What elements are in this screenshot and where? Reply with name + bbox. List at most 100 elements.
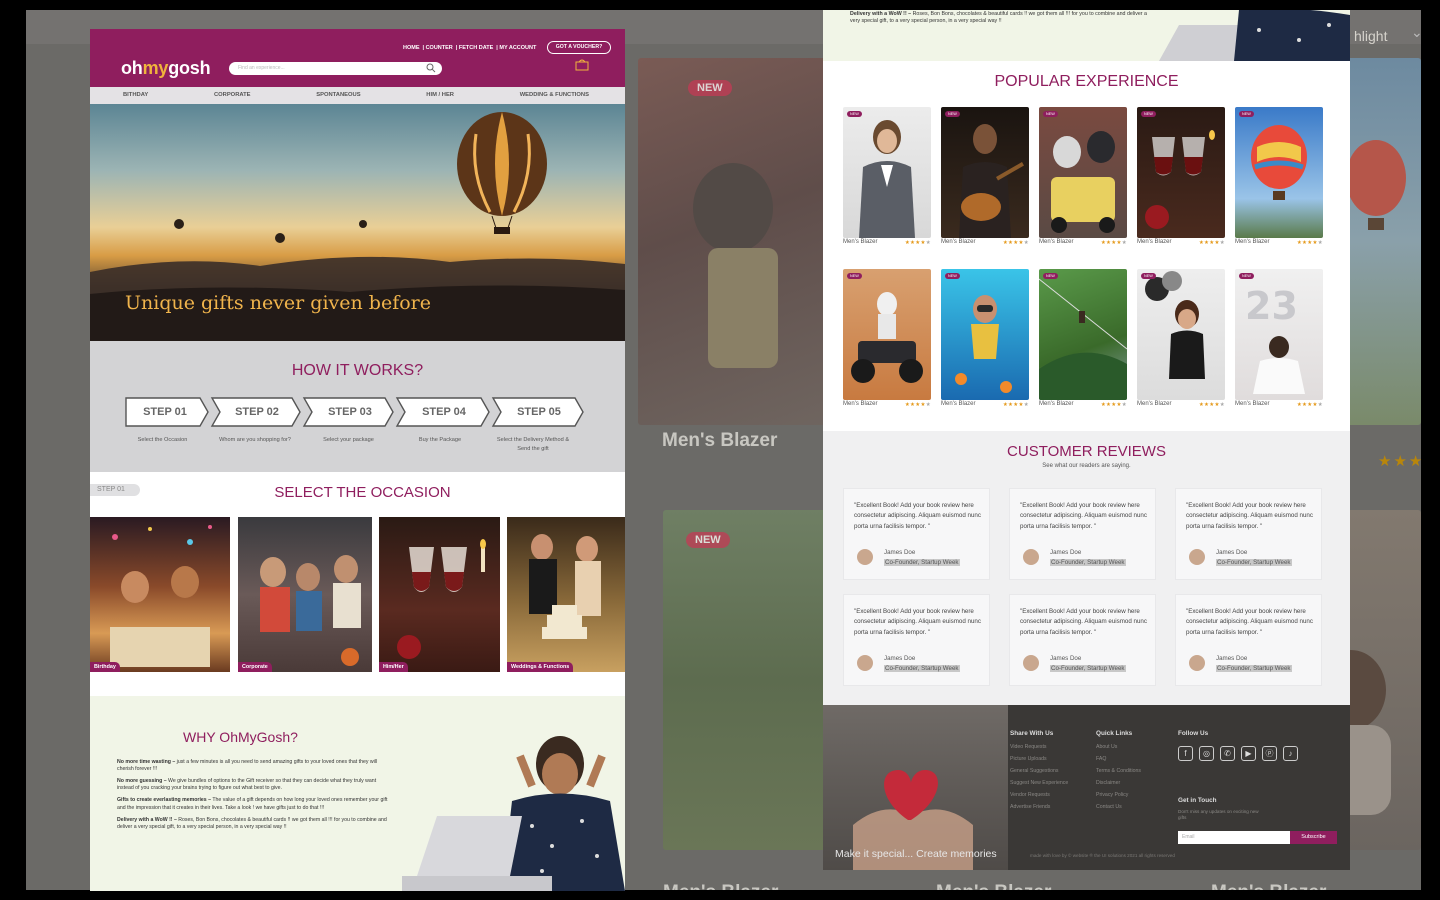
site-logo[interactable]: ohmygosh bbox=[121, 58, 211, 79]
quick-link[interactable]: Disclaimer bbox=[1096, 777, 1120, 789]
new-badge: NEW bbox=[1239, 273, 1254, 279]
tiktok-icon[interactable]: ♪ bbox=[1283, 746, 1298, 761]
rating-stars-empty: ★ bbox=[1023, 402, 1029, 408]
voucher-button[interactable]: GOT A VOUCHER? bbox=[547, 41, 611, 54]
share-link[interactable]: Video Requests bbox=[1010, 741, 1047, 753]
experience-image: 23 bbox=[1235, 269, 1323, 400]
reviews-title: CUSTOMER REVIEWS bbox=[1007, 443, 1166, 460]
step-3-label: STEP 03 bbox=[328, 406, 372, 418]
experience-card[interactable]: NEW Men's Blazer ★★★★★ bbox=[1039, 269, 1127, 418]
category-wedding[interactable]: WEDDING & FUNCTIONS bbox=[520, 87, 589, 104]
rating-stars-filled: ★★★★ bbox=[1100, 402, 1122, 408]
rating-stars-empty: ★ bbox=[1317, 240, 1323, 246]
rating-stars-filled: ★★★★ bbox=[1198, 240, 1220, 246]
popular-title: POPULAR EXPERIENCE bbox=[994, 73, 1179, 90]
avatar bbox=[1189, 655, 1205, 671]
new-badge: NEW bbox=[945, 273, 960, 279]
category-corporate[interactable]: CORPORATE bbox=[214, 87, 251, 104]
search-placeholder: Find an experience... bbox=[238, 65, 285, 71]
avatar bbox=[857, 655, 873, 671]
nav-counter[interactable]: COUNTER bbox=[426, 45, 453, 51]
steps-row: STEP 01 STEP 02 STEP 03 STEP 04 STEP 05 bbox=[125, 397, 585, 427]
share-link[interactable]: General Suggestions bbox=[1010, 765, 1058, 777]
why-point-heading: No more guessing – bbox=[117, 778, 167, 785]
whatsapp-icon[interactable]: ✆ bbox=[1220, 746, 1235, 761]
nav-fetch-date[interactable]: FETCH DATE bbox=[459, 45, 493, 51]
get-in-touch-text: Don't miss any updates on exciting new g… bbox=[1178, 809, 1259, 820]
reviewer-name: James Doe bbox=[1050, 549, 1082, 556]
experience-card[interactable]: NEW Men's Blazer ★★★★★ bbox=[1235, 107, 1323, 256]
laptop-woman-illustration bbox=[1159, 10, 1350, 61]
new-badge: NEW bbox=[1043, 273, 1058, 279]
experience-card[interactable]: NEW Men's Blazer ★★★★★ bbox=[1137, 269, 1225, 418]
excited-woman-image bbox=[392, 716, 625, 891]
quick-link[interactable]: Privacy Policy bbox=[1096, 789, 1128, 801]
delivery-text: Delivery with a WoW !! – Roses, Bon Bons… bbox=[850, 11, 1150, 26]
quick-links-title: Quick Links bbox=[1096, 730, 1133, 737]
search-icon[interactable] bbox=[426, 63, 436, 73]
occasion-label-birthday: Birthday bbox=[90, 662, 120, 672]
share-title: Share With Us bbox=[1010, 730, 1054, 737]
experience-card[interactable]: NEW Men's Blazer ★★★★★ bbox=[941, 269, 1029, 418]
experience-card[interactable]: 23 NEW Men's Blazer ★★★★★ bbox=[1235, 269, 1323, 418]
rating-stars: ★★★★★ bbox=[1101, 240, 1127, 246]
experience-card[interactable]: NEW Men's Blazer ★★★★★ bbox=[1137, 107, 1225, 256]
quick-link[interactable]: FAQ bbox=[1096, 753, 1106, 765]
avatar bbox=[857, 549, 873, 565]
experience-card[interactable]: NEW Men's Blazer ★★★★★ bbox=[843, 269, 931, 418]
delivery-strip: Delivery with a WoW !! – Roses, Bon Bons… bbox=[823, 10, 1350, 61]
snorkeling-photo bbox=[955, 295, 1012, 393]
review-quote: "Excellent Book! Add your book review he… bbox=[1186, 608, 1313, 636]
delivery-heading: Delivery with a WoW !! – bbox=[850, 11, 912, 17]
experience-image bbox=[1137, 269, 1225, 400]
pinterest-icon[interactable]: ⓟ bbox=[1262, 746, 1277, 761]
wedding-cake-image bbox=[529, 534, 601, 639]
occasion-card-him-her[interactable]: Him/Her bbox=[379, 517, 500, 672]
reviewer-name: James Doe bbox=[884, 549, 916, 556]
rating-stars-empty: ★ bbox=[925, 402, 931, 408]
quad-bike-photo bbox=[851, 292, 923, 383]
facebook-icon[interactable]: f bbox=[1178, 746, 1193, 761]
why-point-heading: Gifts to create everlasting memories – bbox=[117, 797, 211, 804]
experience-name: Men's Blazer bbox=[1137, 401, 1172, 407]
quick-link[interactable]: Terms & Conditions bbox=[1096, 765, 1141, 777]
occasion-card-birthday[interactable]: Birthday bbox=[90, 517, 230, 672]
experience-image bbox=[941, 269, 1029, 400]
youtube-icon[interactable]: ▶ bbox=[1241, 746, 1256, 761]
wine-toast-image bbox=[397, 539, 486, 659]
reviewer-name: James Doe bbox=[1216, 549, 1248, 556]
shopping-bag-icon[interactable] bbox=[575, 58, 589, 71]
email-field[interactable]: Email bbox=[1178, 831, 1290, 844]
experience-name: Men's Blazer bbox=[1039, 401, 1074, 407]
rating-stars-empty: ★ bbox=[1219, 240, 1225, 246]
subscribe-button[interactable]: Subscribe bbox=[1290, 831, 1337, 844]
experience-card[interactable]: NEW Men's Blazer ★★★★★ bbox=[1039, 107, 1127, 256]
new-badge: NEW bbox=[847, 273, 862, 279]
new-badge: NEW bbox=[1141, 273, 1156, 279]
experience-image bbox=[1137, 107, 1225, 238]
share-link[interactable]: Suggest New Experience bbox=[1010, 777, 1068, 789]
nav-home[interactable]: HOME bbox=[403, 45, 420, 51]
site-header: ohmygosh HOME | COUNTER | FETCH DATE | MY A… bbox=[90, 29, 625, 87]
experience-card[interactable]: NEW Men's Blazer ★★★★★ bbox=[941, 107, 1029, 256]
heart-hands-image: Make it special... Create memories bbox=[823, 705, 1008, 870]
nav-my-account[interactable]: MY ACCOUNT bbox=[499, 45, 536, 51]
share-link[interactable]: Vendor Requests bbox=[1010, 789, 1050, 801]
hot-air-balloon-photo bbox=[1251, 125, 1307, 200]
category-spontaneous[interactable]: SPONTANEOUS bbox=[316, 87, 360, 104]
occasion-card-corporate[interactable]: Corporate bbox=[238, 517, 372, 672]
quick-link[interactable]: About Us bbox=[1096, 741, 1117, 753]
instagram-icon[interactable]: ◎ bbox=[1199, 746, 1214, 761]
search-input[interactable]: Find an experience... bbox=[229, 62, 442, 75]
avatar bbox=[1023, 549, 1039, 565]
experience-name: Men's Blazer bbox=[843, 239, 878, 245]
share-link[interactable]: Advertise Friends bbox=[1010, 801, 1050, 813]
avatar bbox=[1189, 549, 1205, 565]
quick-link[interactable]: Contact Us bbox=[1096, 801, 1122, 813]
share-link[interactable]: Picture Uploads bbox=[1010, 753, 1047, 765]
step-1-label: STEP 01 bbox=[143, 406, 187, 418]
occasion-card-weddings[interactable]: Weddings & Functions bbox=[507, 517, 625, 672]
category-birthday[interactable]: BITHDAY bbox=[123, 87, 148, 104]
category-him-her[interactable]: HIM / HER bbox=[426, 87, 454, 104]
experience-card[interactable]: NEW Men's Blazer ★★★★★ bbox=[843, 107, 931, 256]
